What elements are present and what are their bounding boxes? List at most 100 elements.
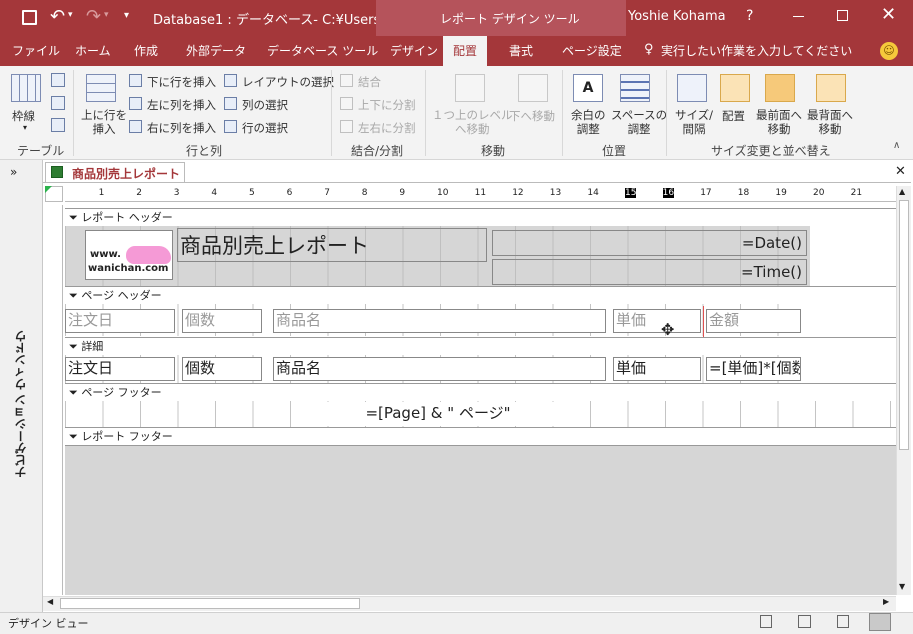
save-icon[interactable] bbox=[22, 10, 37, 25]
detail-field-amount[interactable]: =[単価]*[個数] bbox=[706, 357, 801, 381]
context-title: レポート デザイン ツール bbox=[440, 12, 580, 26]
remove-layout-icon[interactable] bbox=[51, 118, 65, 132]
select-column-button[interactable]: 列の選択 bbox=[242, 97, 288, 113]
tell-me-input[interactable]: 実行したい作業を入力してください bbox=[661, 36, 852, 66]
ruler-number: 11 bbox=[474, 188, 487, 198]
undo-dropdown-icon[interactable]: ▾ bbox=[68, 10, 73, 20]
undo-icon[interactable]: ↶ bbox=[50, 6, 65, 27]
doc-tab-title: 商品別売上レポート bbox=[72, 167, 181, 181]
scroll-right-icon[interactable]: ▶ bbox=[883, 597, 889, 606]
section-detail[interactable]: ⏷ 詳細 bbox=[65, 337, 896, 355]
insert-left-button[interactable]: 左に列を挿入 bbox=[147, 97, 216, 113]
margins-button[interactable]: 余白の 調整 bbox=[571, 108, 606, 136]
window-title: Database1 : データベース- C:¥Users… bbox=[153, 13, 394, 28]
scroll-left-icon[interactable]: ◀ bbox=[47, 597, 53, 606]
insert-above-icon[interactable] bbox=[86, 74, 116, 102]
gridlines-button[interactable]: 枠線 bbox=[12, 108, 35, 124]
group-label-position: 位置 bbox=[602, 144, 627, 158]
merge-icon bbox=[340, 74, 353, 87]
user-name[interactable]: Yoshie Kohama bbox=[628, 9, 726, 24]
section-arrow-icon: ⏷ bbox=[69, 211, 78, 224]
tab-format[interactable]: 書式 bbox=[509, 36, 533, 66]
tab-external-data[interactable]: 外部データ bbox=[186, 36, 246, 66]
header-label-product[interactable]: 商品名 bbox=[273, 309, 606, 333]
customize-qat-icon[interactable]: ▾ bbox=[124, 10, 129, 21]
section-page-header[interactable]: ⏷ ページ ヘッダー bbox=[65, 286, 896, 304]
select-row-button[interactable]: 行の選択 bbox=[242, 120, 288, 136]
close-doc-icon[interactable]: ✕ bbox=[895, 164, 906, 179]
detail-field-price[interactable]: 単価 bbox=[613, 357, 701, 381]
tab-file[interactable]: ファイル bbox=[12, 36, 60, 66]
tab-database-tools[interactable]: データベース ツール bbox=[267, 36, 378, 66]
bring-front-button[interactable]: 最前面へ 移動 bbox=[756, 108, 802, 136]
padding-icon[interactable] bbox=[620, 74, 650, 102]
report-view-icon[interactable] bbox=[760, 615, 772, 628]
gridlines-icon[interactable] bbox=[11, 74, 41, 102]
tab-create[interactable]: 作成 bbox=[134, 36, 158, 66]
close-icon[interactable]: ✕ bbox=[881, 4, 896, 25]
tab-arrange[interactable]: 配置 bbox=[443, 36, 488, 66]
ruler-number: 15 bbox=[625, 188, 637, 198]
time-textbox[interactable]: =Time() bbox=[492, 259, 807, 285]
gridlines-dropdown-icon[interactable]: ▾ bbox=[23, 123, 27, 132]
ruler-number: 19 bbox=[775, 188, 787, 198]
horizontal-ruler: 1 2 3 4 5 6 7 8 9 10 11 12 13 14 15 16 17 18 19 20 21 bbox=[65, 186, 896, 202]
margins-icon[interactable]: A bbox=[573, 74, 603, 102]
select-layout-button[interactable]: レイアウトの選択 bbox=[242, 74, 334, 90]
align-icon[interactable] bbox=[720, 74, 750, 102]
logo-line2: wanichan.com bbox=[88, 263, 169, 274]
send-back-button[interactable]: 最背面へ 移動 bbox=[807, 108, 853, 136]
insert-above-button[interactable]: 上に行を 挿入 bbox=[81, 108, 127, 136]
horizontal-scroll-thumb[interactable] bbox=[60, 598, 360, 609]
help-button[interactable]: ? bbox=[746, 8, 753, 24]
tab-design[interactable]: デザイン bbox=[390, 36, 438, 66]
group-separator bbox=[562, 70, 563, 156]
print-preview-icon[interactable] bbox=[798, 615, 811, 628]
align-button[interactable]: 配置 bbox=[722, 108, 745, 124]
ruler-number: 6 bbox=[286, 188, 293, 198]
header-label-price[interactable]: 単価 bbox=[613, 309, 701, 333]
section-page-footer[interactable]: ⏷ ページ フッター bbox=[65, 383, 896, 401]
tabular-icon[interactable] bbox=[51, 96, 65, 110]
feedback-smiley-icon[interactable]: ☺ bbox=[880, 42, 898, 60]
padding-button[interactable]: スペースの 調整 bbox=[611, 108, 667, 136]
scroll-down-icon[interactable]: ▼ bbox=[899, 582, 905, 591]
maximize-icon[interactable] bbox=[837, 10, 848, 21]
nav-expand-icon[interactable]: » bbox=[10, 165, 17, 179]
tab-page-setup[interactable]: ページ設定 bbox=[562, 36, 622, 66]
size-spacing-button[interactable]: サイズ/ 間隔 bbox=[675, 108, 713, 136]
section-report-footer[interactable]: ⏷ レポート フッター bbox=[65, 427, 896, 445]
vertical-scroll-thumb[interactable] bbox=[899, 200, 909, 450]
lightbulb-icon: ♀ bbox=[644, 42, 654, 57]
design-view-icon[interactable] bbox=[869, 613, 891, 631]
bring-front-icon[interactable] bbox=[765, 74, 795, 102]
header-label-quantity[interactable]: 個数 bbox=[182, 309, 262, 333]
header-label-order-date[interactable]: 注文日 bbox=[65, 309, 175, 333]
send-back-icon[interactable] bbox=[816, 74, 846, 102]
header-label-amount[interactable]: 金額 bbox=[706, 309, 801, 333]
section-report-header[interactable]: ⏷ レポート ヘッダー bbox=[65, 208, 896, 226]
redo-icon: ↷ bbox=[86, 6, 102, 27]
date-textbox[interactable]: =Date() bbox=[492, 230, 807, 256]
detail-field-product[interactable]: 商品名 bbox=[273, 357, 606, 381]
move-up-icon bbox=[455, 74, 485, 102]
size-spacing-icon[interactable] bbox=[677, 74, 707, 102]
detail-field-quantity[interactable]: 個数 bbox=[182, 357, 262, 381]
ruler-number: 18 bbox=[737, 188, 750, 198]
split-vertical-icon bbox=[340, 97, 353, 110]
minimize-icon[interactable] bbox=[793, 16, 804, 17]
date-expr: =Date() bbox=[741, 234, 802, 252]
time-expr: =Time() bbox=[741, 263, 802, 281]
insert-below-button[interactable]: 下に行を挿入 bbox=[147, 74, 216, 90]
stacked-icon[interactable] bbox=[51, 73, 65, 87]
tab-home[interactable]: ホーム bbox=[75, 36, 111, 66]
page-number-textbox[interactable]: =[Page] & " ページ" bbox=[318, 402, 556, 426]
detail-field-order-date[interactable]: 注文日 bbox=[65, 357, 175, 381]
insert-right-button[interactable]: 右に列を挿入 bbox=[147, 120, 216, 136]
collapse-ribbon-icon[interactable]: ∧ bbox=[893, 140, 900, 151]
section-arrow-icon: ⏷ bbox=[69, 430, 78, 443]
section-arrow-icon: ⏷ bbox=[69, 340, 78, 353]
layout-view-icon[interactable] bbox=[837, 615, 849, 628]
report-title-label[interactable]: 商品別売上レポート bbox=[177, 228, 487, 262]
scroll-up-icon[interactable]: ▲ bbox=[899, 187, 905, 196]
